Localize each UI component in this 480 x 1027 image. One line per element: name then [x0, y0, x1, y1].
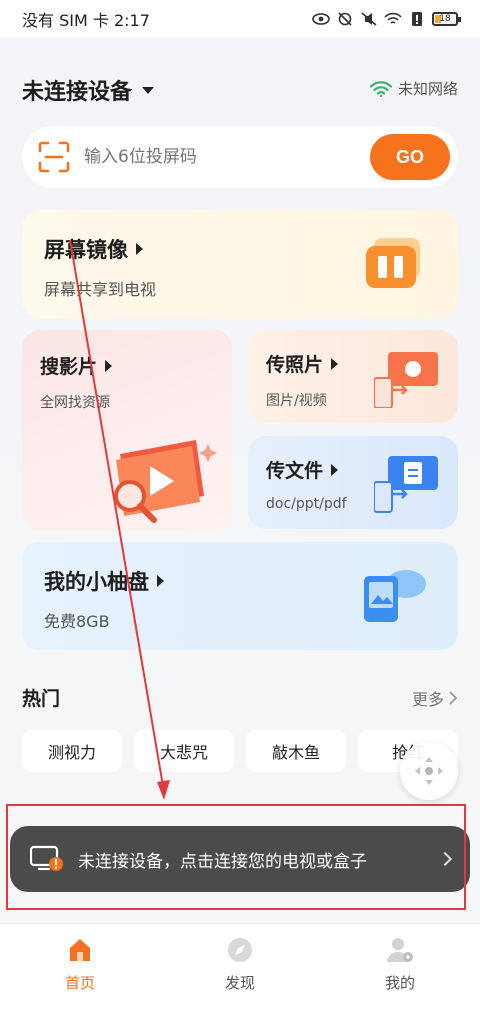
cloud-drive-title-row: 我的小柚盘	[44, 566, 164, 596]
cloud-drive-title: 我的小柚盘	[44, 570, 149, 594]
tab-discover[interactable]: 发现	[160, 924, 320, 1027]
photo-cast-icon	[374, 352, 438, 408]
device-selector[interactable]: 未连接设备	[22, 74, 155, 106]
arrow-right-icon	[331, 463, 339, 476]
eye-icon	[312, 13, 330, 25]
arrow-right-icon	[105, 359, 113, 372]
cloud-drive-card[interactable]: 我的小柚盘 免费8GB	[22, 542, 458, 650]
caret-down-icon	[142, 86, 155, 94]
search-video-title: 搜影片	[40, 356, 98, 378]
tab-mine[interactable]: 我的	[320, 924, 480, 1027]
screen-mirror-card[interactable]: 屏幕镜像 屏幕共享到电视	[22, 210, 458, 318]
bottom-tab-bar: 首页 发现 我的	[0, 923, 480, 1027]
screen-mirror-icon	[366, 238, 420, 288]
screen-mirror-title-row: 屏幕镜像	[44, 234, 143, 264]
go-button[interactable]: GO	[370, 134, 450, 180]
home-icon	[70, 939, 90, 961]
compass-icon	[228, 938, 252, 962]
screen-mirror-title: 屏幕镜像	[44, 238, 128, 262]
wifi-icon	[369, 80, 392, 97]
send-photo-title-row: 传照片	[266, 350, 339, 377]
tab-home[interactable]: 首页	[0, 924, 160, 1027]
search-video-card[interactable]: 搜影片 全网找资源	[22, 330, 232, 530]
send-photo-card[interactable]: 传照片 图片/视频	[248, 330, 458, 423]
cast-code-input[interactable]	[84, 147, 370, 167]
send-file-card[interactable]: 传文件 doc/ppt/pdf	[248, 436, 458, 529]
send-photo-subtitle: 图片/视频	[266, 393, 327, 409]
chevron-right-icon	[449, 691, 458, 705]
network-status[interactable]: 未知网络	[369, 78, 458, 99]
tab-label: 我的	[384, 974, 415, 992]
send-file-title: 传文件	[266, 460, 324, 482]
cast-code-box: GO	[22, 126, 458, 188]
battery-icon: 18	[432, 12, 461, 26]
annotation-highlight-box	[6, 804, 466, 910]
arrow-right-icon	[157, 575, 164, 587]
search-video-subtitle: 全网找资源	[40, 395, 110, 411]
more-label: 更多	[411, 690, 444, 709]
mute-icon	[361, 12, 377, 26]
arrow-right-icon	[136, 243, 143, 255]
send-file-subtitle: doc/ppt/pdf	[266, 496, 347, 512]
scan-icon[interactable]	[38, 141, 70, 173]
send-photo-title: 传照片	[266, 354, 324, 376]
battery-level: 18	[439, 14, 451, 24]
tab-label: 发现	[224, 974, 255, 992]
screen-mirror-subtitle: 屏幕共享到电视	[44, 280, 157, 299]
cloud-drive-icon	[364, 570, 426, 622]
alarm-off-icon	[338, 12, 352, 26]
hot-item[interactable]: 测视力	[22, 730, 122, 772]
carrier-time: 没有 SIM 卡 2:17	[22, 11, 150, 30]
dpad-icon	[415, 757, 443, 785]
floating-remote-button[interactable]	[400, 742, 458, 800]
hot-item[interactable]: 敲木鱼	[246, 730, 346, 772]
send-file-title-row: 传文件	[266, 456, 339, 483]
cloud-drive-subtitle: 免费8GB	[44, 612, 110, 631]
network-label: 未知网络	[397, 80, 458, 98]
tab-label: 首页	[64, 974, 95, 992]
video-search-icon	[114, 440, 217, 523]
wifi-icon	[384, 12, 402, 24]
search-video-title-row: 搜影片	[40, 352, 113, 379]
device-title: 未连接设备	[22, 80, 133, 105]
arrow-right-icon	[331, 357, 339, 370]
alert-icon	[412, 12, 422, 26]
hot-item[interactable]: 大悲咒	[134, 730, 234, 772]
user-icon	[387, 938, 413, 962]
status-bar: 没有 SIM 卡 2:17 18	[0, 0, 480, 38]
more-link[interactable]: 更多	[412, 686, 458, 710]
status-icons: 18	[312, 12, 461, 26]
hot-section-title: 热门	[22, 688, 61, 710]
file-cast-icon	[374, 456, 438, 513]
